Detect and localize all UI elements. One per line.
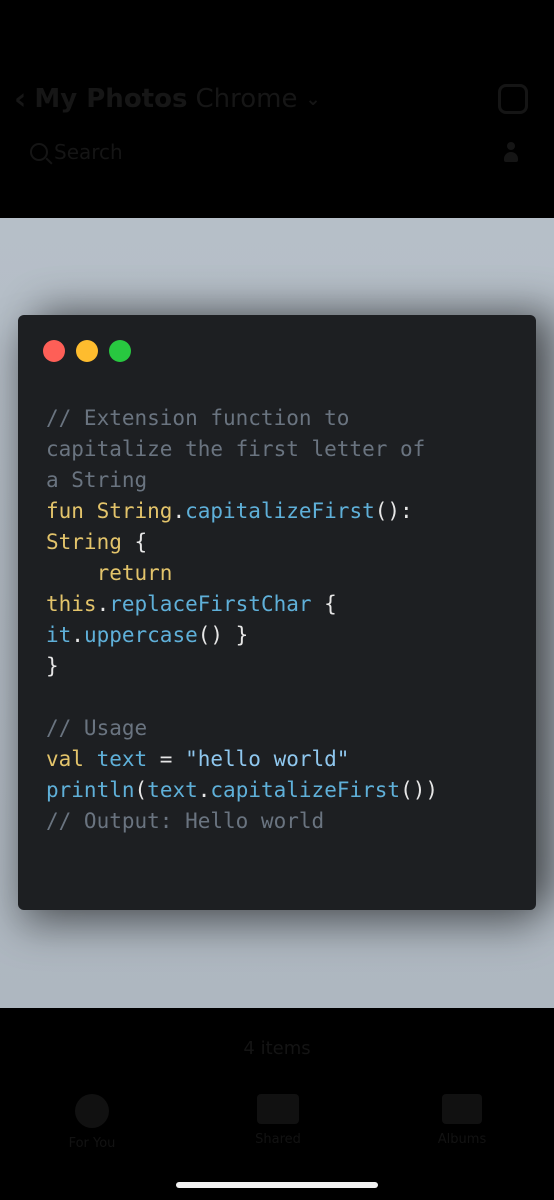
code-token: "hello world" <box>185 747 350 771</box>
code-token: String <box>96 499 173 523</box>
search-button[interactable]: Search <box>30 140 123 164</box>
maximize-dot-icon <box>109 340 131 362</box>
code-line: } <box>46 651 522 682</box>
tab-label: For You <box>68 1136 116 1151</box>
code-token: return <box>46 561 173 585</box>
code-token: this <box>46 592 97 616</box>
code-token: capitalizeFirst <box>210 778 401 802</box>
tab-label: Shared <box>255 1132 301 1147</box>
select-icon[interactable] <box>498 84 528 114</box>
code-line: // Usage <box>46 713 522 744</box>
code-line: a String <box>46 465 522 496</box>
code-line: it.uppercase() } <box>46 620 522 651</box>
code-token: { <box>134 530 148 554</box>
window-controls <box>43 340 131 362</box>
code-token: val <box>46 747 97 771</box>
person-icon[interactable] <box>504 142 518 162</box>
close-dot-icon <box>43 340 65 362</box>
back-button[interactable]: ‹ My Photos Chrome ⌄ <box>14 81 321 117</box>
search-icon <box>30 143 48 161</box>
code-line: val text = "hello world" <box>46 744 522 775</box>
for-you-icon <box>75 1094 109 1128</box>
code-line: return <box>46 558 522 589</box>
code-line: fun String.capitalizeFirst(): <box>46 496 522 527</box>
albums-icon <box>442 1094 482 1124</box>
code-token: it <box>46 623 72 647</box>
code-token: . <box>71 623 84 647</box>
code-line: capitalize the first letter of <box>46 434 522 465</box>
code-token: // Extension function to <box>46 406 350 430</box>
code-token: // Output: Hello world <box>46 809 325 833</box>
search-label: Search <box>54 140 123 164</box>
code-token: text <box>147 778 198 802</box>
code-token: capitalize the first letter of <box>46 437 426 461</box>
items-count: 4 items <box>243 1038 311 1059</box>
code-token: () } <box>197 623 249 647</box>
code-token: . <box>197 778 211 802</box>
chevron-down-icon[interactable]: ⌄ <box>305 89 320 110</box>
code-line: // Output: Hello world <box>46 806 522 837</box>
code-token: String <box>46 530 135 554</box>
code-token: = <box>159 747 186 771</box>
home-indicator[interactable] <box>176 1182 378 1188</box>
code-token: text <box>96 747 160 771</box>
tab-for-you[interactable]: For You <box>42 1094 142 1151</box>
code-token: (): <box>374 499 413 523</box>
code-line: this.replaceFirstChar { <box>46 589 522 620</box>
code-token: // Usage <box>46 716 148 740</box>
app-label: Chrome <box>195 84 298 114</box>
back-chevron-icon: ‹ <box>14 81 27 117</box>
code-token: . <box>96 592 110 616</box>
code-token: fun <box>46 499 97 523</box>
code-line: String { <box>46 527 522 558</box>
tab-shared[interactable]: Shared <box>228 1094 328 1147</box>
tab-albums[interactable]: Albums <box>412 1094 512 1147</box>
code-line: // Extension function to <box>46 403 522 434</box>
code-token: ()) <box>400 778 438 802</box>
code-token: replaceFirstChar <box>109 592 325 616</box>
code-block: // Extension function to capitalize the f… <box>46 403 522 837</box>
photos-top-bar: ‹ My Photos Chrome ⌄ Search <box>0 0 554 218</box>
shared-icon <box>257 1094 299 1124</box>
code-token: a String <box>46 468 148 492</box>
code-token: println <box>46 778 135 802</box>
code-token: } <box>46 654 59 678</box>
code-token: ( <box>134 778 148 802</box>
code-window: // Extension function to capitalize the f… <box>18 315 536 910</box>
photos-bottom-bar: 4 items For You Shared Albums <box>0 1008 554 1200</box>
code-token: . <box>172 499 186 523</box>
code-token: { <box>324 592 337 616</box>
tab-label: Albums <box>437 1132 487 1147</box>
album-title: My Photos <box>34 84 188 114</box>
photo-view[interactable]: // Extension function to capitalize the f… <box>0 218 554 1008</box>
code-token: uppercase <box>83 623 198 647</box>
minimize-dot-icon <box>76 340 98 362</box>
code-token: capitalizeFirst <box>185 499 375 523</box>
code-line: println(text.capitalizeFirst()) <box>46 775 522 806</box>
